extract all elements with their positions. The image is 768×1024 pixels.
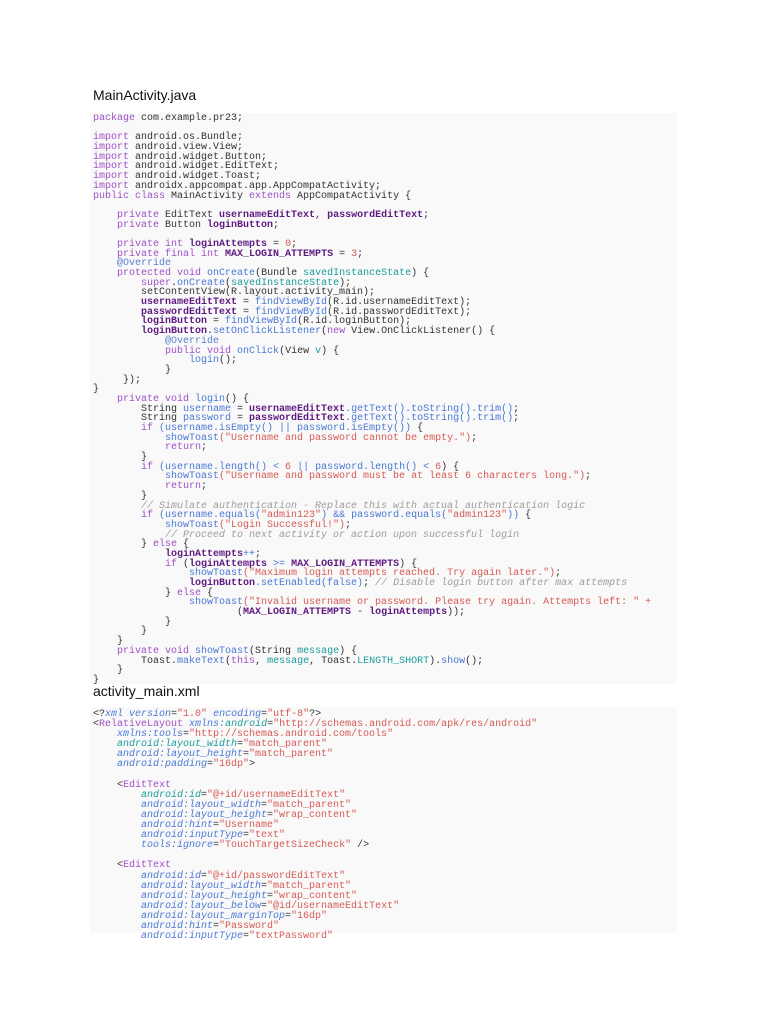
code-line: } xyxy=(93,666,677,676)
code-token: tools:ignore xyxy=(93,840,214,852)
code-token: makeText xyxy=(177,655,226,667)
xml-code-block: <?xml version="1.0" encoding="utf-8"?> <R… xyxy=(90,707,677,942)
code-token: ("Username and password cannot be empty.… xyxy=(219,432,472,444)
code-token: (); xyxy=(219,355,238,367)
code-line: package com.example.pr23; xyxy=(93,114,677,124)
code-token: "wrap_content" xyxy=(273,809,358,821)
code-token: ; xyxy=(585,471,592,483)
code-token: { xyxy=(519,510,532,522)
code-token: "admin123" xyxy=(447,510,508,522)
code-token: android:inputType xyxy=(93,931,244,943)
code-token: }); xyxy=(93,374,142,386)
code-token: AppCompatActivity { xyxy=(291,190,412,202)
code-line: login(); xyxy=(93,356,677,366)
code-token: LENGTH_SHORT xyxy=(357,655,430,667)
code-token: "TouchTargetSizeCheck" xyxy=(219,840,352,852)
code-token: > xyxy=(249,759,256,771)
code-token: public class xyxy=(93,190,166,202)
code-token: .setEnabled(false) xyxy=(255,578,364,589)
java-file-heading: MainActivity.java xyxy=(93,87,197,103)
code-token: , Toast. xyxy=(309,655,358,667)
code-token: )) xyxy=(507,510,520,522)
code-token: this xyxy=(231,655,256,667)
code-token: )); xyxy=(447,607,466,619)
code-token: , xyxy=(315,209,328,221)
code-token: ; xyxy=(357,248,364,260)
code-line: } xyxy=(93,617,677,628)
java-code-block: package com.example.pr23; import android… xyxy=(90,113,677,685)
code-token: "textPassword" xyxy=(249,931,334,943)
code-token: onClick xyxy=(237,345,280,357)
code-token: passwordEditText xyxy=(327,209,424,221)
code-token: ) { xyxy=(321,345,340,357)
code-token: ). xyxy=(429,655,442,667)
code-token: extends xyxy=(249,190,292,202)
code-line: return; xyxy=(93,443,677,453)
code-token: MAX_LOGIN_ATTEMPTS xyxy=(225,248,334,260)
code-token: message xyxy=(267,655,310,667)
code-token: , xyxy=(255,655,268,667)
code-line: }); xyxy=(93,374,677,386)
code-token: ; xyxy=(201,481,208,493)
code-token: (); xyxy=(465,655,484,667)
code-line: private Button loginButton; xyxy=(93,219,677,231)
code-line: tools:ignore="TouchTargetSizeCheck" /> xyxy=(93,841,677,851)
code-token: = xyxy=(333,248,352,260)
code-token: private xyxy=(93,219,160,231)
code-token: "16dp" xyxy=(291,910,328,922)
code-token: setOnClickListener xyxy=(213,326,322,338)
code-token: MainActivity xyxy=(165,190,250,202)
code-line: return; xyxy=(93,482,677,492)
code-token: ; xyxy=(471,432,478,444)
code-token: ; xyxy=(363,578,376,589)
code-token: "16dp" xyxy=(213,759,250,771)
code-token: (View xyxy=(279,345,316,357)
code-token: new xyxy=(327,326,346,338)
code-line: (MAX_LOGIN_ATTEMPTS - loginAttempts)); xyxy=(93,608,677,618)
code-token: ) { xyxy=(411,268,430,279)
code-token: View.OnClickListener() { xyxy=(345,326,496,338)
code-token: MAX_LOGIN_ATTEMPTS xyxy=(243,607,352,619)
code-line: } xyxy=(93,627,677,637)
code-line: android:padding="16dp"> xyxy=(93,760,677,770)
code-line: private final int MAX_LOGIN_ATTEMPTS = 3… xyxy=(93,248,677,260)
xml-file-heading: activity_main.xml xyxy=(93,683,200,699)
code-token: package xyxy=(93,113,136,124)
code-token: ; xyxy=(273,219,280,231)
code-token: /> xyxy=(351,840,370,852)
code-token: show xyxy=(441,655,466,667)
code-token: loginAttempts xyxy=(369,607,448,619)
code-line: Toast.makeText(this, message, Toast.LENG… xyxy=(93,655,677,667)
code-line: android:inputType="textPassword" xyxy=(93,932,677,942)
code-token: loginButton xyxy=(207,219,274,231)
code-line: public class MainActivity extends AppCom… xyxy=(93,190,677,202)
code-token: ; xyxy=(513,413,520,425)
code-line: } xyxy=(93,365,677,376)
code-token: // Disable login button after max attemp… xyxy=(375,578,628,589)
code-token: - xyxy=(351,607,370,619)
code-token: ; xyxy=(423,209,430,221)
code-token: ("Username and password must be at least… xyxy=(219,471,586,483)
code-token: Button xyxy=(159,219,208,231)
code-token: com.example.pr23; xyxy=(135,113,244,124)
code-token: ; xyxy=(201,442,208,454)
code-token: "match_parent" xyxy=(249,749,334,761)
code-token: android:padding xyxy=(93,759,208,771)
